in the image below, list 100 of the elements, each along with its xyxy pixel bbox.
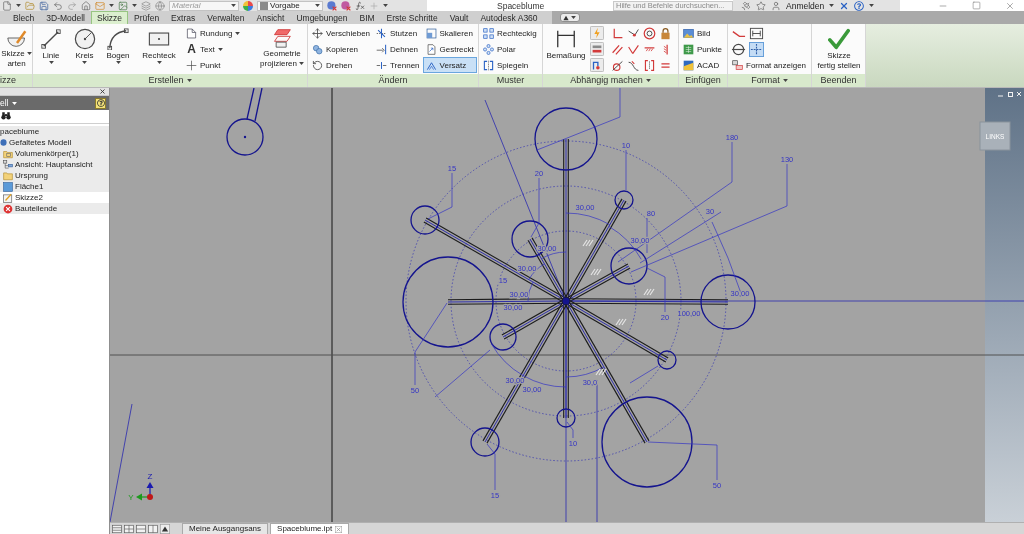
sketch-circle: [410, 205, 440, 235]
tool-button[interactable]: Kreis: [68, 25, 101, 73]
concentric-icon[interactable]: [642, 26, 656, 40]
tool-button[interactable]: Trennen: [373, 57, 423, 73]
bars-tile-icon[interactable]: [590, 42, 604, 56]
envelope-icon[interactable]: [95, 0, 105, 11]
document-tab[interactable]: Spaceblume.ipt: [270, 523, 350, 534]
show-format-button[interactable]: Format anzeigen: [729, 57, 810, 73]
tool-button[interactable]: Dehnen: [373, 41, 423, 57]
hook-tile-icon[interactable]: [590, 58, 604, 72]
dimension-button[interactable]: Bemaßung: [544, 25, 588, 73]
user-icon[interactable]: [771, 0, 781, 11]
function-icon[interactable]: [355, 0, 365, 11]
star-icon[interactable]: [756, 0, 766, 11]
tool-button[interactable]: Rundung: [183, 25, 249, 41]
tool-button[interactable]: Stutzen: [373, 25, 423, 41]
close-icon[interactable]: [99, 88, 106, 95]
panel-title: izze: [0, 75, 16, 86]
help-icon[interactable]: [95, 97, 106, 109]
tool-button[interactable]: Rechteck: [135, 25, 183, 73]
tool-button[interactable]: Punkte: [680, 41, 725, 57]
window-layout-icon[interactable]: [112, 523, 122, 534]
ribbon-tab[interactable]: Extras: [165, 11, 202, 24]
tool-button[interactable]: Skalieren: [422, 25, 477, 41]
triangle-tile-icon[interactable]: [160, 523, 170, 534]
tool-button[interactable]: Bild: [680, 25, 725, 41]
panel-title[interactable]: Format: [751, 75, 780, 86]
tool-button[interactable]: Versatz: [422, 57, 477, 73]
ribbon-tab[interactable]: Umgebungen: [290, 11, 354, 24]
sign-in-button[interactable]: Anmelden: [786, 0, 825, 11]
globe-icon[interactable]: [155, 0, 165, 11]
tool-button[interactable]: Polar: [480, 41, 540, 57]
width-bracket-icon: [555, 28, 577, 50]
minimize-icon[interactable]: [997, 95, 1004, 97]
caret-icon: [16, 4, 21, 7]
tree-item[interactable]: paceblume: [0, 126, 109, 137]
document-icon[interactable]: [2, 0, 12, 11]
appearance-dropdown[interactable]: Vorgabe: [257, 0, 323, 11]
tool-button[interactable]: A Text: [183, 41, 249, 57]
tool-button[interactable]: Spiegeln: [480, 57, 540, 73]
help-icon[interactable]: [854, 0, 865, 11]
sphere-cross-icon[interactable]: [341, 0, 351, 11]
ribbon-tab[interactable]: BIM: [353, 11, 381, 24]
browser-title[interactable]: ell: [0, 98, 17, 108]
layers-icon[interactable]: [141, 0, 151, 11]
binoculars-icon[interactable]: [1, 111, 11, 121]
ribbon-options-button[interactable]: [559, 13, 580, 22]
crosshair-icon[interactable]: [749, 41, 764, 57]
undo-icon[interactable]: [53, 0, 63, 11]
ribbon-tab[interactable]: Autodesk A360: [474, 11, 544, 24]
sketch-start-button[interactable]: Skizze arten: [1, 25, 32, 73]
hatch-mark-icon: [595, 368, 607, 376]
folder-icon[interactable]: [25, 0, 35, 11]
tool-button[interactable]: Drehen: [309, 57, 374, 73]
ribbon-tab[interactable]: Blech: [7, 11, 41, 24]
home-icon[interactable]: [81, 0, 91, 11]
tool-button[interactable]: Linie: [34, 25, 68, 73]
sphere-cross-icon[interactable]: [327, 0, 337, 11]
window-layout-icon[interactable]: [136, 523, 146, 534]
swatch-icon: [260, 1, 268, 10]
window-layout-icon[interactable]: [124, 523, 134, 534]
tree-item[interactable]: Gefaltetes Modell: [0, 137, 109, 148]
image-icon[interactable]: [118, 0, 128, 11]
ribbon-tab[interactable]: Vault: [443, 11, 475, 24]
save-icon[interactable]: [39, 0, 49, 11]
panel-title[interactable]: Abhängig machen: [570, 75, 643, 86]
finish-sketch-button[interactable]: Skizze fertig stellen: [813, 25, 865, 73]
maximize-icon[interactable]: [972, 1, 981, 10]
tree-item[interactable]: Ursprung: [0, 170, 109, 181]
restore-icon[interactable]: [1008, 92, 1013, 97]
tangent-circle-icon[interactable]: [610, 58, 624, 72]
project-geometry-button[interactable]: Geometrie projizieren: [257, 25, 307, 73]
ribbon-tab[interactable]: 3D-Modell: [40, 11, 91, 24]
color-wheel-icon[interactable]: [243, 0, 253, 11]
document-tab[interactable]: Meine Ausgangsans: [182, 523, 269, 534]
tree-item[interactable]: Volumenkörper(1): [0, 148, 109, 159]
parallel-icon[interactable]: [610, 42, 624, 56]
tool-button[interactable]: Punkt: [183, 57, 249, 73]
ribbon-tab[interactable]: Verwalten: [201, 11, 251, 24]
tool-button[interactable]: Verschieben: [309, 25, 374, 41]
tree-item[interactable]: Bauteilende: [0, 203, 109, 214]
satellite-icon[interactable]: [741, 0, 751, 11]
ribbon-tab[interactable]: Ansicht: [250, 11, 291, 24]
cross-icon[interactable]: [839, 0, 850, 11]
tree-item[interactable]: Ansicht: Hauptansicht: [0, 159, 109, 170]
ribbon-tab[interactable]: Skizze: [91, 11, 129, 24]
tool-button[interactable]: Rechteckig: [480, 25, 540, 41]
ribbon-tab[interactable]: Prüfen: [128, 11, 166, 24]
bracket-pair-icon[interactable]: [642, 58, 656, 72]
ribbon-tab[interactable]: Erste Schritte: [380, 11, 444, 24]
tool-button[interactable]: ACAD: [680, 57, 725, 73]
tool-button[interactable]: Gestreckt: [422, 41, 477, 57]
bolt-tile-icon[interactable]: [590, 26, 604, 40]
panel-title[interactable]: Erstellen: [148, 75, 184, 86]
lock-icon[interactable]: [658, 26, 672, 40]
tool-button[interactable]: Bogen: [101, 25, 135, 73]
boxed-bracket-icon[interactable]: [749, 25, 764, 41]
tool-button[interactable]: Kopieren: [309, 41, 374, 57]
smooth-curve-icon[interactable]: [626, 58, 640, 72]
tree-item[interactable]: Fläche1: [0, 181, 109, 192]
